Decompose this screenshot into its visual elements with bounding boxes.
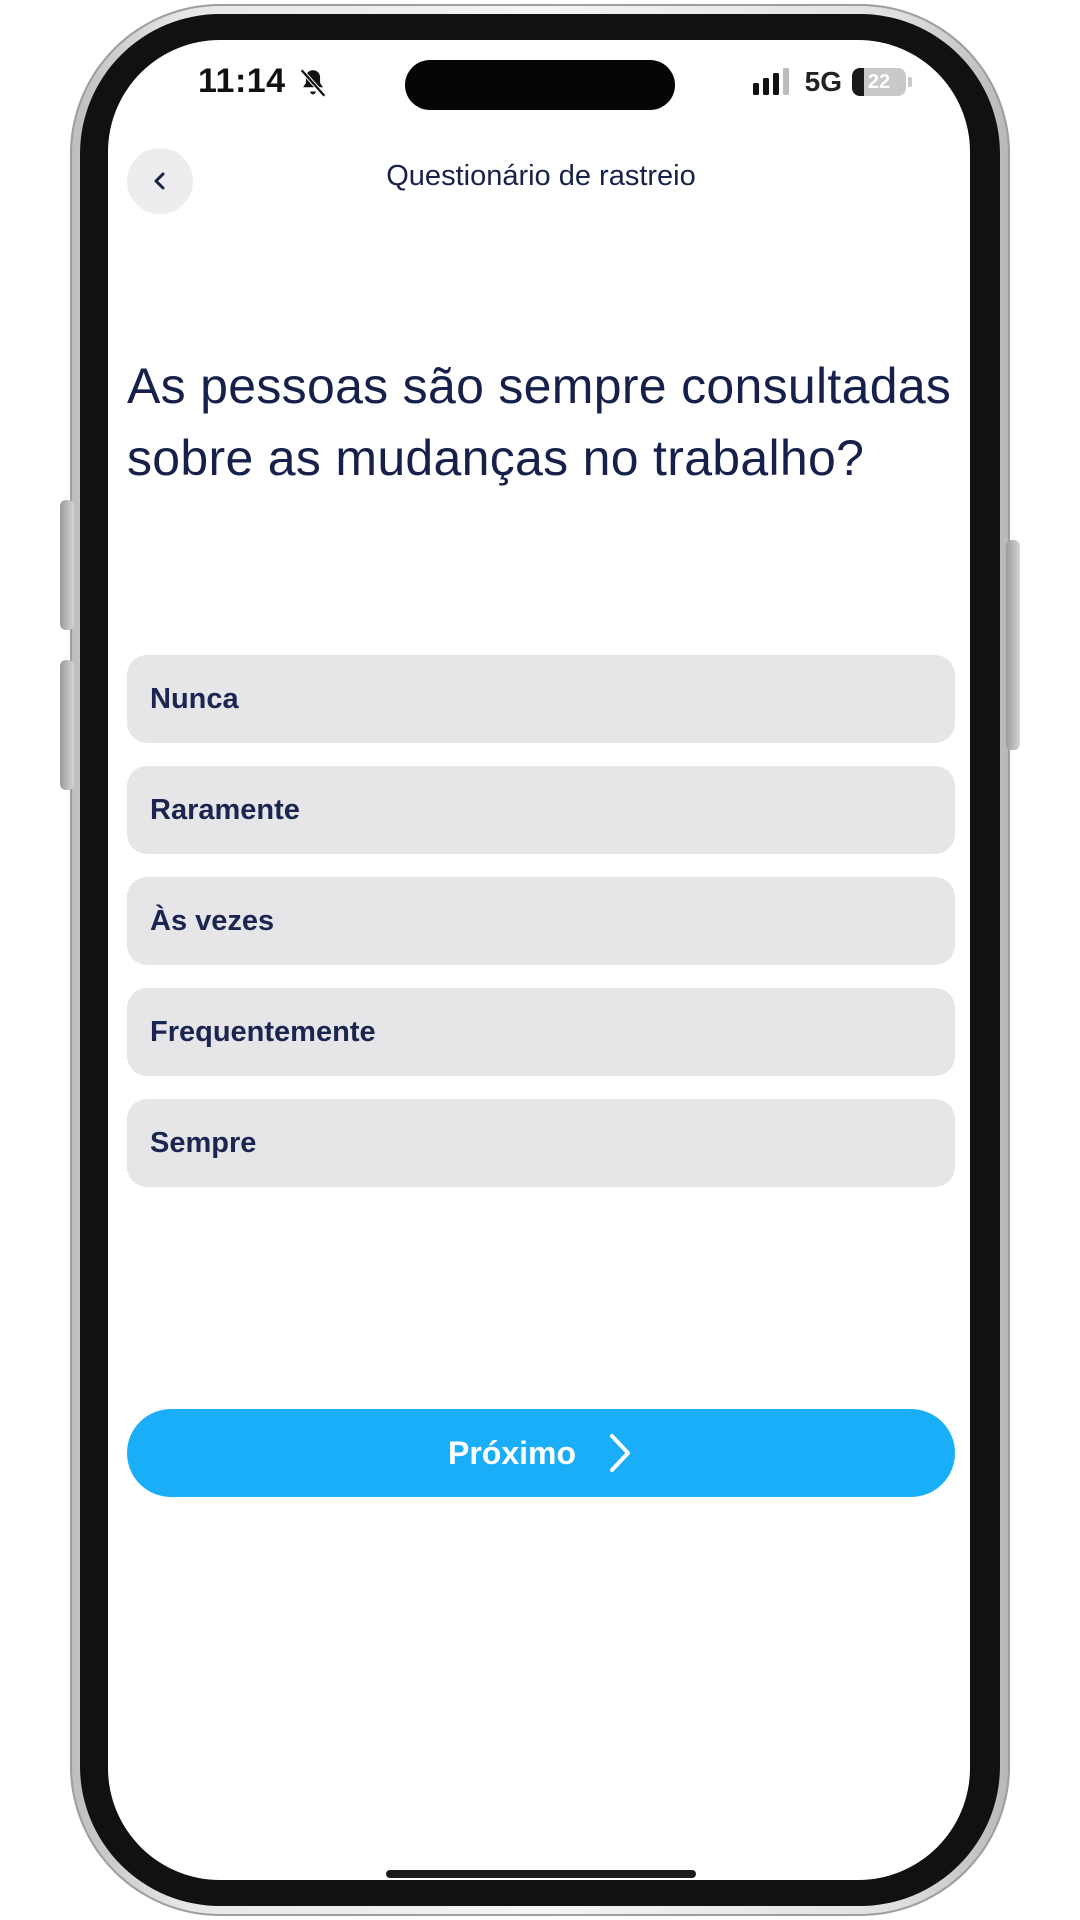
next-button[interactable]: Próximo <box>127 1409 955 1497</box>
page-title: Questionário de rastreio <box>386 160 696 192</box>
question-text: As pessoas são sempre consultadas sobre … <box>127 358 952 486</box>
network-label: 5G <box>804 66 842 97</box>
phone-screen: 11:14 5G 22 Questionário de rastreio As … <box>108 40 970 1880</box>
battery-level: 22 <box>867 70 891 93</box>
side-button-left-2 <box>60 660 74 790</box>
signal-icon <box>752 68 789 95</box>
stage: 11:14 5G 22 Questionário de rastreio As … <box>0 0 1080 1920</box>
battery-icon: 22 <box>852 68 912 96</box>
home-indicator[interactable] <box>386 1870 696 1878</box>
option-sempre[interactable]: Sempre <box>127 1099 955 1187</box>
option-raramente[interactable]: Raramente <box>127 766 955 854</box>
option-as-vezes[interactable]: Às vezes <box>127 877 955 965</box>
answer-options: Nunca Raramente Às vezes Frequentemente … <box>127 655 955 1210</box>
side-button-left-1 <box>60 500 74 630</box>
dynamic-island <box>405 60 675 110</box>
battery-fill <box>852 68 864 96</box>
status-right: 5G 22 <box>751 64 912 100</box>
battery-nub <box>908 77 912 87</box>
next-button-label: Próximo <box>447 1434 577 1471</box>
option-nunca[interactable]: Nunca <box>127 655 955 743</box>
side-button-right <box>1006 540 1020 750</box>
option-frequentemente[interactable]: Frequentemente <box>127 988 955 1076</box>
chevron-right-icon <box>610 1434 631 1472</box>
bell-slash-icon <box>300 68 326 98</box>
status-time: 11:14 <box>198 62 286 100</box>
